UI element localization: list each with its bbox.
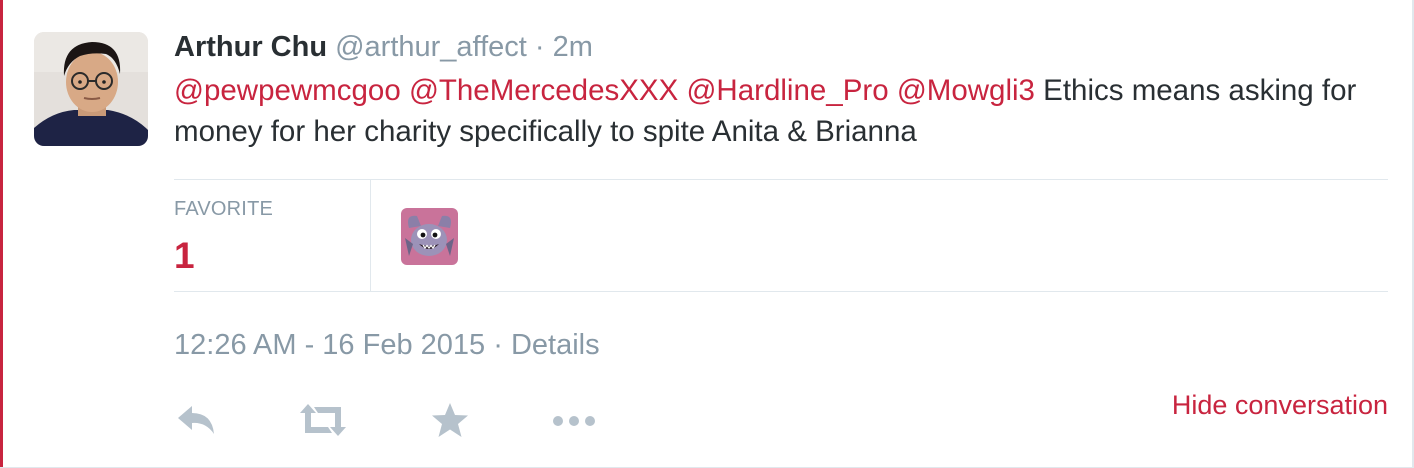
favorite-star-icon[interactable]: [430, 400, 470, 445]
mention-link[interactable]: @pewpewmcgoo: [174, 74, 401, 107]
stats-divider: [370, 180, 371, 291]
favoriter-avatar[interactable]: [401, 208, 458, 265]
relative-time[interactable]: 2m: [553, 31, 593, 63]
tweet-text: @pewpewmcgoo @TheMercedesXXX @Hardline_P…: [174, 70, 1389, 152]
tweet-stats: FAVORITE 1: [174, 179, 1388, 292]
author-fullname[interactable]: Arthur Chu: [174, 31, 327, 63]
author-handle[interactable]: @arthur_affect: [335, 31, 527, 63]
mention-link[interactable]: @Hardline_Pro: [686, 74, 888, 107]
tweet-header: Arthur Chu @arthur_affect · 2m: [174, 28, 593, 66]
favorite-stat-label[interactable]: FAVORITE: [174, 198, 273, 221]
header-separator: ·: [534, 31, 545, 63]
mention-link[interactable]: @Mowgli3: [897, 74, 1035, 107]
author-avatar[interactable]: [34, 32, 148, 146]
timestamp-text[interactable]: 12:26 AM - 16 Feb 2015: [174, 329, 485, 361]
details-link[interactable]: Details: [511, 329, 600, 361]
conversation-accent-bar: [0, 0, 3, 468]
hide-conversation-link[interactable]: Hide conversation: [1172, 390, 1388, 421]
details-separator: ·: [493, 329, 503, 361]
tweet-timestamp: 12:26 AM - 16 Feb 2015 · Details: [174, 329, 600, 362]
favorite-stat-count[interactable]: 1: [174, 235, 195, 277]
more-icon[interactable]: [550, 400, 598, 445]
mention-link[interactable]: @TheMercedesXXX: [409, 74, 678, 107]
retweet-icon[interactable]: [298, 400, 348, 445]
reply-icon[interactable]: [174, 400, 218, 445]
